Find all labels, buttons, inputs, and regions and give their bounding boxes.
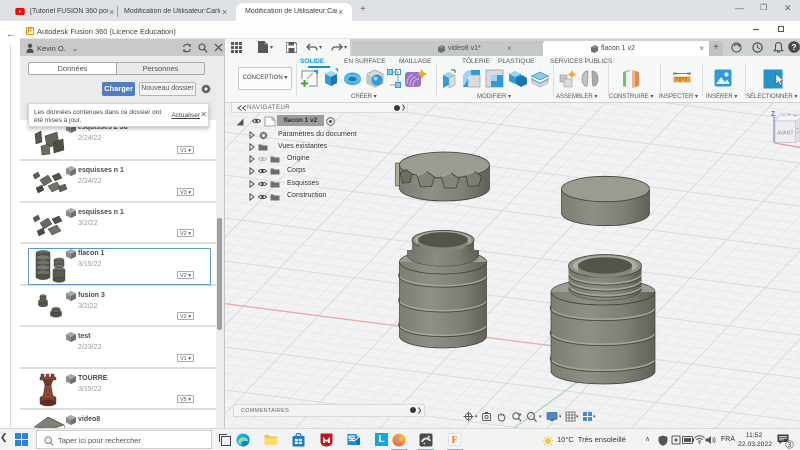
svg-text:3: 3 [788, 442, 792, 449]
svg-text:Z: Z [771, 111, 776, 118]
svg-text:AVANT: AVANT [777, 131, 794, 137]
svg-text:?: ? [791, 42, 796, 52]
